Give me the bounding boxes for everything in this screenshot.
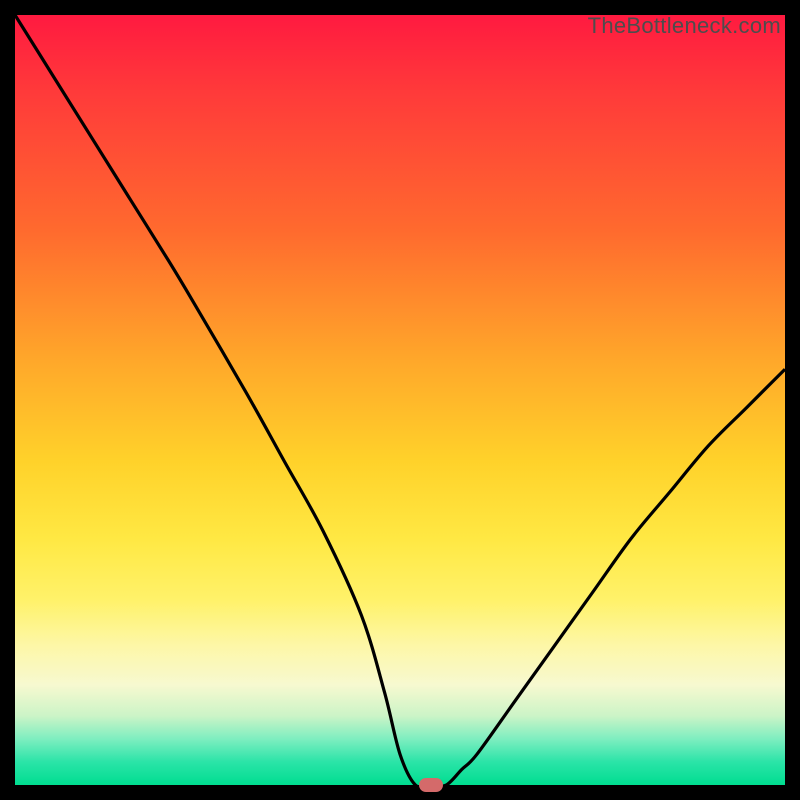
- minimum-marker: [419, 778, 443, 792]
- bottleneck-curve: [15, 15, 785, 785]
- chart-frame: TheBottleneck.com: [0, 0, 800, 800]
- plot-area: TheBottleneck.com: [15, 15, 785, 785]
